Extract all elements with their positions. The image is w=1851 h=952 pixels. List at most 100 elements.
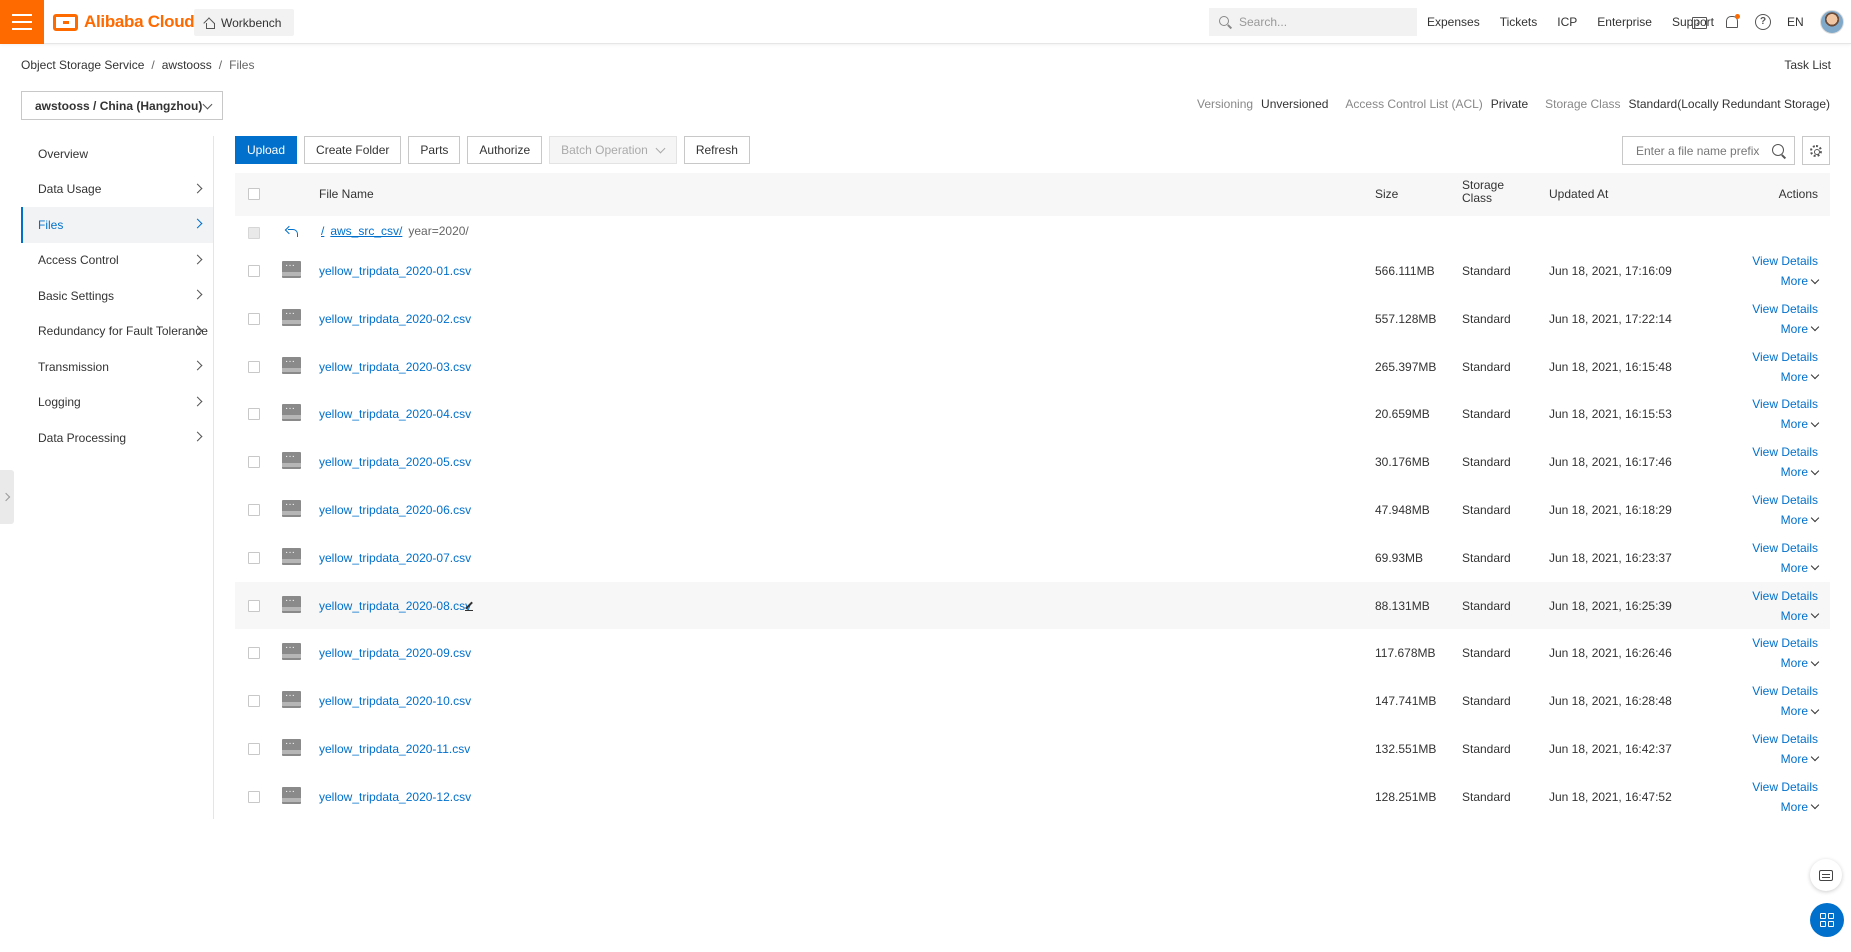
more-actions-dropdown[interactable]: More — [1781, 752, 1820, 766]
file-name-link[interactable]: yellow_tripdata_2020-05.csv — [319, 455, 471, 469]
breadcrumb-bucket[interactable]: awstooss — [162, 58, 212, 72]
global-search[interactable] — [1209, 8, 1417, 36]
more-actions-dropdown[interactable]: More — [1781, 322, 1820, 336]
sidebar-item-files[interactable]: Files — [21, 207, 213, 243]
upload-button[interactable]: Upload — [235, 136, 298, 164]
file-name-link[interactable]: yellow_tripdata_2020-08.csv — [319, 599, 471, 613]
top-link-icp[interactable]: ICP — [1557, 15, 1577, 29]
alibaba-cloud-logo[interactable]: Alibaba Cloud — [53, 12, 195, 32]
task-list-link[interactable]: Task List — [1784, 58, 1831, 72]
file-name-link[interactable]: yellow_tripdata_2020-12.csv — [319, 790, 471, 804]
view-details-link[interactable]: View Details — [1752, 445, 1818, 459]
more-actions-dropdown[interactable]: More — [1781, 800, 1820, 814]
table-settings-button[interactable] — [1802, 136, 1830, 165]
file-name-link[interactable]: yellow_tripdata_2020-02.csv — [319, 312, 471, 326]
global-search-input[interactable] — [1239, 15, 1399, 29]
more-actions-dropdown[interactable]: More — [1781, 465, 1820, 479]
row-checkbox[interactable] — [248, 265, 260, 277]
help-icon[interactable]: ? — [1755, 14, 1771, 30]
path-root-link[interactable]: / — [321, 224, 324, 238]
view-details-link[interactable]: View Details — [1752, 589, 1818, 603]
file-storage-class: Standard — [1462, 264, 1511, 278]
more-actions-dropdown[interactable]: More — [1781, 704, 1820, 718]
sidebar-item-logging[interactable]: Logging — [21, 385, 213, 421]
row-checkbox[interactable] — [248, 503, 260, 516]
back-arrow-icon[interactable] — [286, 225, 298, 237]
file-name-link[interactable]: yellow_tripdata_2020-06.csv — [319, 503, 471, 517]
more-actions-dropdown[interactable]: More — [1781, 656, 1820, 670]
view-details-link[interactable]: View Details — [1752, 780, 1818, 794]
file-prefix-input[interactable] — [1636, 143, 1764, 158]
notification-bell-icon[interactable] — [1723, 14, 1740, 30]
row-checkbox[interactable] — [248, 647, 260, 660]
create-folder-button[interactable]: Create Folder — [304, 136, 402, 164]
row-checkbox[interactable] — [248, 551, 260, 564]
sidebar-item-data-processing[interactable]: Data Processing — [21, 420, 213, 456]
sidebar-item-data-usage[interactable]: Data Usage — [21, 172, 213, 208]
hamburger-menu-icon[interactable] — [0, 0, 44, 44]
refresh-button[interactable]: Refresh — [683, 136, 750, 164]
workbench-button[interactable]: Workbench — [194, 9, 295, 36]
file-table: File Name Size Storage Class Updated At … — [235, 173, 1830, 821]
cloud-shell-icon[interactable] — [1691, 14, 1707, 30]
bucket-selector[interactable]: awstooss / China (Hangzhou) — [21, 91, 223, 120]
view-details-link[interactable]: View Details — [1752, 350, 1818, 364]
sidebar-item-overview[interactable]: Overview — [21, 136, 213, 172]
row-checkbox[interactable] — [248, 312, 260, 325]
file-name-link[interactable]: yellow_tripdata_2020-03.csv — [319, 360, 471, 374]
top-link-tickets[interactable]: Tickets — [1500, 15, 1538, 29]
sidebar-item-transmission[interactable]: Transmission — [21, 349, 213, 385]
feedback-button[interactable] — [1810, 859, 1842, 891]
language-switch[interactable]: EN — [1787, 15, 1804, 29]
quick-apps-button[interactable] — [1810, 903, 1844, 937]
file-icon — [282, 786, 301, 804]
view-details-link[interactable]: View Details — [1752, 732, 1818, 746]
row-checkbox[interactable] — [248, 599, 260, 612]
top-link-expenses[interactable]: Expenses — [1427, 15, 1480, 29]
authorize-button[interactable]: Authorize — [467, 136, 543, 164]
rename-pencil-icon[interactable] — [465, 601, 474, 611]
file-storage-class: Standard — [1462, 646, 1511, 661]
view-details-link[interactable]: View Details — [1752, 636, 1818, 650]
view-details-link[interactable]: View Details — [1752, 541, 1818, 555]
view-details-link[interactable]: View Details — [1752, 254, 1818, 268]
user-avatar[interactable] — [1819, 10, 1844, 34]
sidebar-item-redundancy-for-fault-tolerance[interactable]: Redundancy for Fault Tolerance — [21, 314, 213, 350]
sidebar-item-access-control[interactable]: Access Control — [21, 243, 213, 279]
row-checkbox[interactable] — [248, 695, 260, 708]
chevron-down-icon — [1810, 562, 1820, 571]
more-actions-dropdown[interactable]: More — [1781, 609, 1820, 623]
view-details-link[interactable]: View Details — [1752, 302, 1818, 316]
top-link-enterprise[interactable]: Enterprise — [1597, 15, 1652, 29]
search-icon[interactable] — [1772, 144, 1784, 156]
file-name-link[interactable]: yellow_tripdata_2020-04.csv — [319, 407, 471, 421]
more-actions-dropdown[interactable]: More — [1781, 513, 1820, 527]
file-name-link[interactable]: yellow_tripdata_2020-10.csv — [319, 694, 471, 708]
more-actions-dropdown[interactable]: More — [1781, 417, 1820, 431]
breadcrumb-oss[interactable]: Object Storage Service — [21, 58, 144, 72]
view-details-link[interactable]: View Details — [1752, 493, 1818, 507]
batch-operation-button[interactable]: Batch Operation — [549, 136, 677, 164]
row-checkbox[interactable] — [248, 408, 260, 421]
breadcrumb-current: Files — [229, 58, 255, 72]
file-name-link[interactable]: yellow_tripdata_2020-01.csv — [319, 264, 471, 278]
sidebar-item-basic-settings[interactable]: Basic Settings — [21, 278, 213, 314]
file-name-link[interactable]: yellow_tripdata_2020-09.csv — [319, 646, 471, 660]
view-details-link[interactable]: View Details — [1752, 397, 1818, 411]
view-details-link[interactable]: View Details — [1752, 684, 1818, 698]
row-checkbox[interactable] — [248, 790, 260, 803]
collapse-panel-handle[interactable] — [0, 470, 14, 524]
parts-button[interactable]: Parts — [408, 136, 461, 164]
more-actions-dropdown[interactable]: More — [1781, 370, 1820, 384]
row-checkbox[interactable] — [248, 456, 260, 469]
table-row: yellow_tripdata_2020-10.csv 147.741MB Stan… — [235, 677, 1830, 725]
row-checkbox[interactable] — [248, 742, 260, 755]
select-all-checkbox[interactable] — [248, 188, 260, 200]
path-folder-link[interactable]: aws_src_csv/ — [330, 224, 402, 238]
file-name-link[interactable]: yellow_tripdata_2020-07.csv — [319, 551, 471, 565]
row-checkbox[interactable] — [248, 360, 260, 373]
file-name-link[interactable]: yellow_tripdata_2020-11.csv — [319, 742, 470, 756]
more-actions-dropdown[interactable]: More — [1781, 274, 1820, 288]
search-icon — [1219, 16, 1231, 28]
more-actions-dropdown[interactable]: More — [1781, 561, 1820, 575]
